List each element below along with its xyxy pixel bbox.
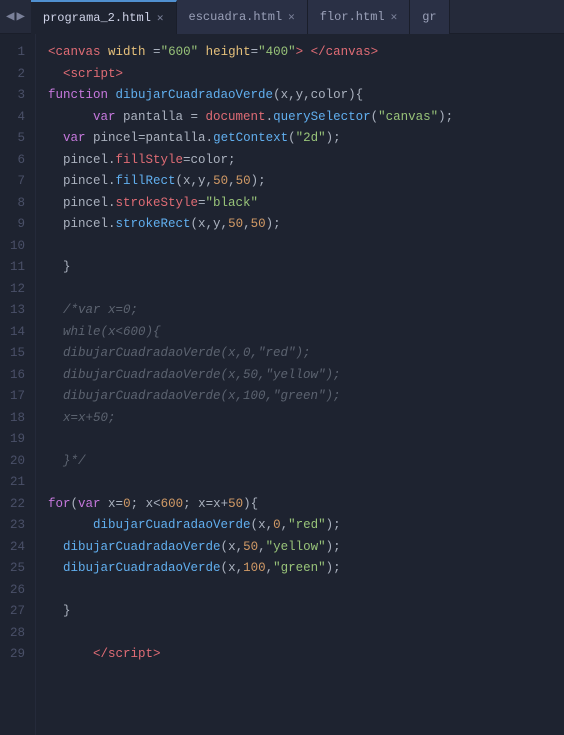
code-line-23: dibujarCuadradaoVerde(x,0,"red"); [48, 515, 564, 537]
editor-area: 12345 678910 1112131415 1617181920 21222… [0, 34, 564, 735]
code-line-7: pincel.fillRect(x,y,50,50); [48, 171, 564, 193]
code-line-6: pincel.fillStyle=color; [48, 150, 564, 172]
code-line-9: pincel.strokeRect(x,y,50,50); [48, 214, 564, 236]
nav-right-icon[interactable]: ▶ [16, 8, 24, 25]
tab-flor[interactable]: flor.html ✕ [308, 0, 410, 34]
tab-programa2[interactable]: programa_2.html ✕ [31, 0, 177, 34]
tab-label-flor: flor.html [320, 10, 385, 24]
code-line-19 [48, 429, 564, 451]
code-line-1: <canvas width ="600" height="400"> </can… [48, 42, 564, 64]
code-line-5: var pincel=pantalla.getContext("2d"); [48, 128, 564, 150]
code-line-18: x=x+50; [48, 408, 564, 430]
code-line-4: var pantalla = document.querySelector("c… [48, 107, 564, 129]
tab-escuadra[interactable]: escuadra.html ✕ [177, 0, 308, 34]
code-line-26 [48, 580, 564, 602]
tab-label-programa2: programa_2.html [43, 11, 151, 25]
code-line-11: } [48, 257, 564, 279]
code-line-25: dibujarCuadradaoVerde(x,100,"green"); [48, 558, 564, 580]
code-line-24: dibujarCuadradaoVerde(x,50,"yellow"); [48, 537, 564, 559]
tab-close-escuadra[interactable]: ✕ [288, 10, 295, 24]
code-line-14: while(x<600){ [48, 322, 564, 344]
code-line-29: </script> [48, 644, 564, 666]
code-line-3: function dibujarCuadradaoVerde(x,y,color… [48, 85, 564, 107]
code-line-13: /*var x=0; [48, 300, 564, 322]
tab-close-programa2[interactable]: ✕ [157, 11, 164, 25]
tab-gr[interactable]: gr [410, 0, 449, 34]
code-line-2: <script> [48, 64, 564, 86]
code-line-10 [48, 236, 564, 258]
code-line-16: dibujarCuadradaoVerde(x,50,"yellow"); [48, 365, 564, 387]
code-line-17: dibujarCuadradaoVerde(x,100,"green"); [48, 386, 564, 408]
nav-left-icon[interactable]: ◀ [6, 8, 14, 25]
code-line-15: dibujarCuadradaoVerde(x,0,"red"); [48, 343, 564, 365]
tab-label-gr: gr [422, 10, 436, 24]
code-line-28 [48, 623, 564, 645]
code-line-22: for(var x=0; x<600; x=x+50){ [48, 494, 564, 516]
code-line-27: } [48, 601, 564, 623]
code-line-12 [48, 279, 564, 301]
code-line-21 [48, 472, 564, 494]
tab-label-escuadra: escuadra.html [189, 10, 283, 24]
code-editor[interactable]: <canvas width ="600" height="400"> </can… [36, 34, 564, 735]
code-line-8: pincel.strokeStyle="black" [48, 193, 564, 215]
nav-arrows[interactable]: ◀ ▶ [0, 8, 31, 25]
tab-bar: ◀ ▶ programa_2.html ✕ escuadra.html ✕ fl… [0, 0, 564, 34]
tab-close-flor[interactable]: ✕ [391, 10, 398, 24]
line-numbers: 12345 678910 1112131415 1617181920 21222… [0, 34, 36, 735]
code-line-20: }*/ [48, 451, 564, 473]
